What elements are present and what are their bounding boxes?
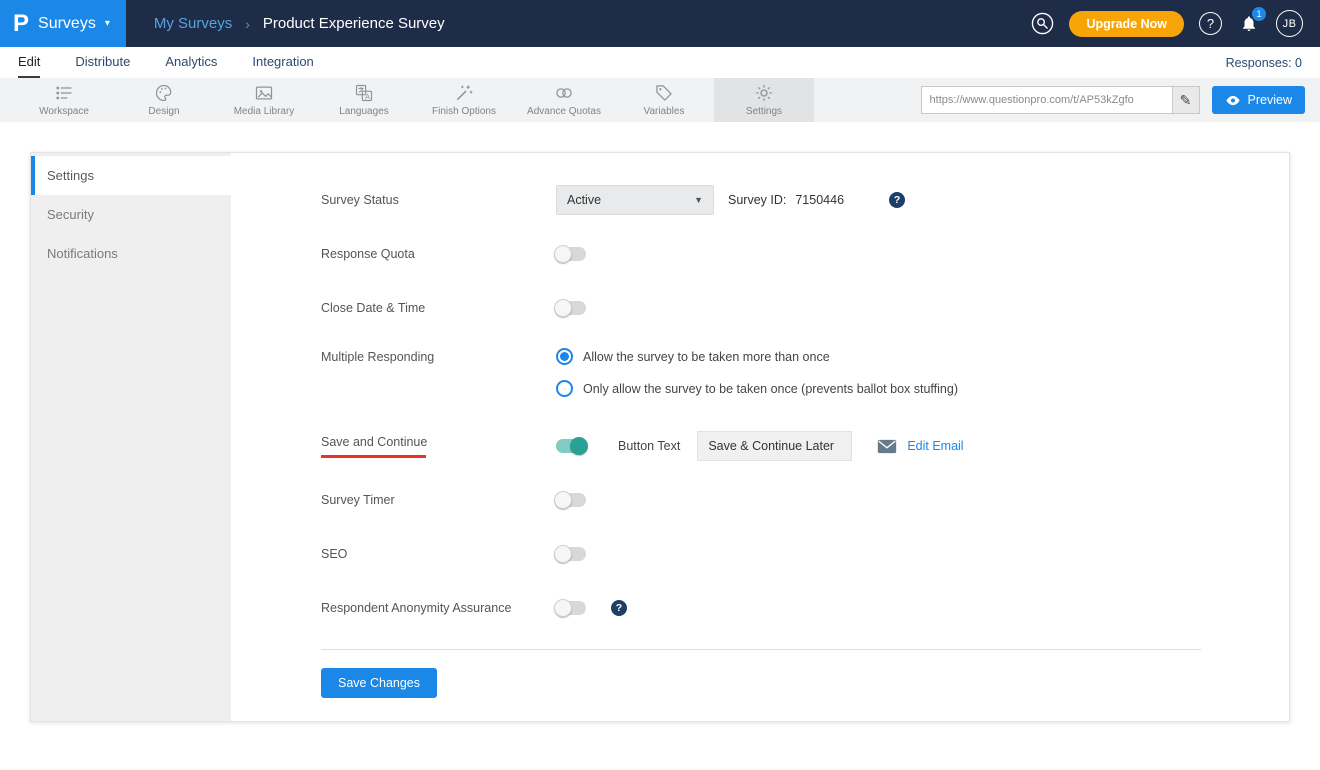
response-quota-row: Response Quota [321,227,1289,281]
design-palette-icon [154,83,174,103]
tab-integration[interactable]: Integration [252,47,313,78]
save-and-continue-row: Save and Continue Button Text Edit Email [321,419,1289,473]
survey-id-value: 7150446 [795,193,844,207]
tag-icon [654,83,674,103]
survey-status-select[interactable]: Active ▼ [556,185,714,215]
magic-wand-icon [454,83,474,103]
multiple-responding-label: Multiple Responding [321,348,556,364]
seo-toggle[interactable] [556,547,586,561]
svg-text:A: A [365,93,370,101]
sidebar-item-settings[interactable]: Settings [31,156,231,195]
toolbar-item-media-library[interactable]: Media Library [214,78,314,122]
toolbar-item-design[interactable]: Design [114,78,214,122]
email-envelope-icon [877,439,897,454]
save-and-continue-label-block: Save and Continue [321,435,556,458]
toolbar-right: ✎ Preview [921,78,1320,122]
survey-url-input[interactable] [922,94,1172,106]
questionpro-logo-icon: P [13,12,29,36]
toolbar-item-finish-options[interactable]: Finish Options [414,78,514,122]
sidebar-item-notifications[interactable]: Notifications [31,234,231,273]
toggle-knob [554,599,572,617]
chain-links-icon [554,83,574,103]
anonymity-row: Respondent Anonymity Assurance ? [321,581,1289,635]
toggle-knob [554,491,572,509]
tab-distribute[interactable]: Distribute [75,47,130,78]
close-date-toggle[interactable] [556,301,586,315]
save-and-continue-toggle[interactable] [556,439,586,453]
search-icon[interactable] [1031,12,1054,35]
preview-button[interactable]: Preview [1212,86,1305,114]
settings-sidebar: Settings Security Notifications [31,153,231,721]
eye-icon [1225,95,1241,106]
radio-option-once[interactable]: Only allow the survey to be taken once (… [556,380,958,397]
upgrade-now-button[interactable]: Upgrade Now [1069,11,1184,37]
seo-row: SEO [321,527,1289,581]
save-and-continue-label: Save and Continue [321,435,556,449]
notifications-bell-icon[interactable]: 1 [1237,12,1261,36]
button-text-label: Button Text [618,439,680,453]
survey-id-help-icon[interactable]: ? [889,192,905,208]
radio-option-multiple[interactable]: Allow the survey to be taken more than o… [556,348,958,365]
languages-translate-icon: A [354,83,374,103]
toolbar-item-variables[interactable]: Variables [614,78,714,122]
response-quota-label: Response Quota [321,247,556,261]
anonymity-help-icon[interactable]: ? [611,600,627,616]
toolbar-item-advance-quotas[interactable]: Advance Quotas [514,78,614,122]
multiple-responding-row: Multiple Responding Allow the survey to … [321,335,1289,419]
help-icon[interactable]: ? [1199,12,1222,35]
toggle-knob [554,245,572,263]
sidebar-item-security[interactable]: Security [31,195,231,234]
close-date-label: Close Date & Time [321,301,556,315]
multiple-responding-options: Allow the survey to be taken more than o… [556,348,958,397]
survey-status-row: Survey Status Active ▼ Survey ID: 715044… [321,173,1289,227]
survey-timer-toggle[interactable] [556,493,586,507]
edit-toolbar: Workspace Design Media Library A Languag… [0,78,1320,122]
toggle-knob [570,437,588,455]
breadcrumb-my-surveys[interactable]: My Surveys [154,15,232,32]
anonymity-label: Respondent Anonymity Assurance [321,601,556,615]
form-divider [321,649,1201,650]
toolbar-item-settings[interactable]: Settings [714,78,814,122]
survey-id-label: Survey ID: [728,193,786,207]
tab-analytics[interactable]: Analytics [165,47,217,78]
chevron-down-icon: ▾ [105,18,110,29]
main-nav-tabs: Edit Distribute Analytics Integration Re… [0,47,1320,78]
responses-count: Responses: 0 [1226,56,1302,70]
radio-unselected-icon [556,380,573,397]
edit-email-link[interactable]: Edit Email [907,439,963,453]
toggle-knob [554,545,572,563]
survey-timer-label: Survey Timer [321,493,556,507]
radio-selected-icon [556,348,573,365]
settings-form: Survey Status Active ▼ Survey ID: 715044… [231,153,1289,721]
button-text-input[interactable] [697,431,852,461]
topbar: P Surveys ▾ My Surveys › Product Experie… [0,0,1320,47]
survey-url-field: ✎ [921,86,1200,114]
tab-edit[interactable]: Edit [18,47,40,78]
seo-label: SEO [321,547,556,561]
save-changes-button[interactable]: Save Changes [321,668,437,698]
toolbar-item-languages[interactable]: A Languages [314,78,414,122]
edit-url-pencil-icon[interactable]: ✎ [1172,87,1199,113]
breadcrumb-current-survey: Product Experience Survey [263,15,445,32]
survey-status-label: Survey Status [321,193,556,207]
topbar-actions: Upgrade Now ? 1 JB [1031,10,1320,37]
breadcrumb-separator-icon: › [245,16,250,32]
select-caret-icon: ▼ [694,195,703,205]
app-logo-menu[interactable]: P Surveys ▾ [0,0,126,47]
anonymity-toggle[interactable] [556,601,586,615]
response-quota-toggle[interactable] [556,247,586,261]
toggle-knob [554,299,572,317]
notification-count-badge: 1 [1252,7,1266,21]
annotation-red-underline [321,455,426,458]
toolbar-item-workspace[interactable]: Workspace [14,78,114,122]
settings-panel: Settings Security Notifications Survey S… [30,152,1290,722]
workspace-icon [54,83,74,103]
media-image-icon [254,83,274,103]
user-avatar[interactable]: JB [1276,10,1303,37]
breadcrumb: My Surveys › Product Experience Survey [154,15,445,32]
gear-icon [754,83,774,103]
close-date-row: Close Date & Time [321,281,1289,335]
app-menu-label: Surveys [38,15,96,33]
survey-timer-row: Survey Timer [321,473,1289,527]
